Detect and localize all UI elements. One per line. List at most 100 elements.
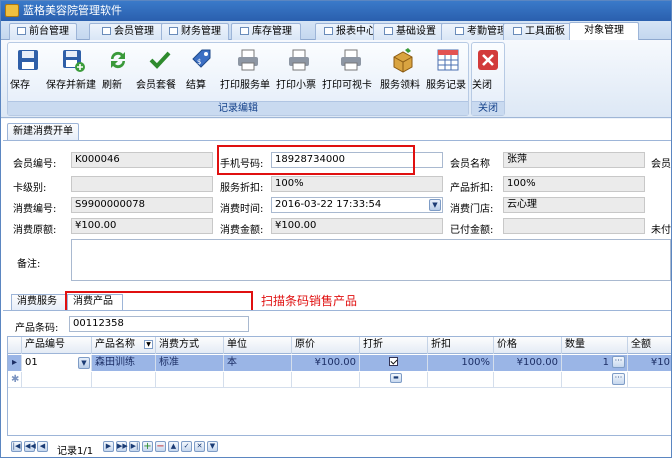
col-product-code[interactable]: 产品编号 xyxy=(22,337,92,354)
last-record-icon[interactable]: ▶| xyxy=(129,441,140,452)
grid-header-indicator xyxy=(8,337,22,354)
col-discount-rate[interactable]: 折扣 xyxy=(428,337,494,354)
tab-front-desk[interactable]: 前台管理 xyxy=(9,23,77,40)
table-row[interactable]: ▸ 01 ▼ 森田训练 标准 本 ¥100.00 100% ¥100.00 1 … xyxy=(8,355,671,371)
original-price-cell[interactable]: ¥100.00 xyxy=(292,355,360,371)
col-price[interactable]: 价格 xyxy=(494,337,562,354)
service-record-button[interactable]: 服务记录 xyxy=(426,45,470,99)
store-field[interactable]: 云心理 xyxy=(503,197,645,213)
grid-cell[interactable] xyxy=(224,372,292,388)
tab-icon xyxy=(102,27,111,35)
consume-mode-cell[interactable]: 标准 xyxy=(156,355,224,371)
tab-basic-settings[interactable]: 基础设置 xyxy=(373,23,447,40)
confirm-icon[interactable]: ✓ xyxy=(181,441,192,452)
tab-tools[interactable]: 工具面板 xyxy=(503,23,575,40)
ribbon-group-label: 记录编辑 xyxy=(8,101,468,115)
new-row[interactable]: ✱ ▬ ··· xyxy=(8,372,671,388)
grid-cell[interactable] xyxy=(292,372,360,388)
save-and-new-button[interactable]: 保存并新建 xyxy=(46,45,100,99)
ellipsis-icon[interactable]: ··· xyxy=(612,356,625,368)
col-quantity[interactable]: 数量 xyxy=(562,337,628,354)
col-unit[interactable]: 单位 xyxy=(224,337,292,354)
printer-icon xyxy=(341,49,361,71)
add-icon[interactable]: + xyxy=(142,441,153,452)
grid-header: 产品编号 产品名称 ▼ 消费方式 单位 原价 打折 折扣 价格 数量 全额 xyxy=(8,337,671,354)
print-service-order-button[interactable]: 打印服务单 xyxy=(220,45,276,99)
ribbon-group-close: 关闭 关闭 xyxy=(471,42,505,116)
product-discount-field[interactable]: 100% xyxy=(503,176,645,192)
first-record-icon[interactable]: |◀ xyxy=(11,441,22,452)
col-consume-mode[interactable]: 消费方式 xyxy=(156,337,224,354)
checkbox-edit-icon[interactable]: ▬ xyxy=(390,373,402,383)
chevron-down-icon[interactable]: ▼ xyxy=(429,199,441,211)
service-material-button[interactable]: 服务领料 xyxy=(380,45,426,99)
filter-icon[interactable]: ▼ xyxy=(207,441,218,452)
grid-cell[interactable] xyxy=(494,372,562,388)
tab-inventory[interactable]: 库存管理 xyxy=(231,23,301,40)
prev-record-icon[interactable]: ◀ xyxy=(37,441,48,452)
card-level-field[interactable] xyxy=(71,176,213,192)
grid-cell[interactable]: ··· xyxy=(562,372,628,388)
tab-finance[interactable]: 财务管理 xyxy=(161,23,229,40)
grid-cell[interactable] xyxy=(156,372,224,388)
barcode-input[interactable]: 00112358 xyxy=(69,316,249,332)
save-button[interactable]: 保存 xyxy=(10,45,46,99)
filter-icon[interactable]: ▼ xyxy=(144,340,153,349)
refresh-button[interactable]: 刷新 xyxy=(102,45,134,99)
product-discount-label: 产品折扣: xyxy=(450,183,494,194)
original-amount-field[interactable]: ¥100.00 xyxy=(71,218,213,234)
paid-field[interactable] xyxy=(503,218,645,234)
grid-cell[interactable] xyxy=(92,372,156,388)
consume-no-label: 消费编号: xyxy=(13,204,57,215)
grid-cell[interactable] xyxy=(428,372,494,388)
tab-new-consumption[interactable]: 新建消费开单 xyxy=(7,123,79,140)
close-button[interactable]: 关闭 xyxy=(472,45,504,99)
product-grid: 产品编号 产品名称 ▼ 消费方式 单位 原价 打折 折扣 价格 数量 全额 ▸ 0… xyxy=(7,336,671,436)
quantity-cell[interactable]: 1 ··· xyxy=(562,355,628,371)
amount-field[interactable]: ¥100.00 xyxy=(271,218,443,234)
total-cell[interactable]: ¥10 xyxy=(628,355,671,371)
consume-time-picker[interactable]: 2016-03-22 17:33:54 ▼ xyxy=(271,197,443,213)
record-navigator: |◀ ◀◀ ◀ 记录1/1 ▶ ▶▶ ▶| + − ▲ ✓ ✕ ▼ xyxy=(7,438,307,457)
member-package-button[interactable]: 会员套餐 xyxy=(136,45,184,99)
grid-cell[interactable] xyxy=(628,372,671,388)
unit-cell[interactable]: 本 xyxy=(224,355,292,371)
member-no-field[interactable]: K000046 xyxy=(71,152,213,168)
remark-textarea[interactable] xyxy=(71,239,671,281)
cancel-icon[interactable]: ✕ xyxy=(194,441,205,452)
service-discount-field[interactable]: 100% xyxy=(271,176,443,192)
col-total[interactable]: 全额 xyxy=(628,337,671,354)
discount-checkbox-cell[interactable] xyxy=(360,355,428,371)
checkout-button[interactable]: $ 结算 xyxy=(186,45,218,99)
ellipsis-icon[interactable]: ··· xyxy=(612,373,625,385)
tab-icon xyxy=(324,27,333,35)
print-receipt-button[interactable]: 打印小票 xyxy=(276,45,322,99)
col-discounted[interactable]: 打折 xyxy=(360,337,428,354)
main-window: 蓝格美容院管理软件 前台管理 会员管理 财务管理 库存管理 报表中心 基础设置 … xyxy=(0,0,672,458)
paid-label: 已付金额: xyxy=(450,225,494,236)
grid-cell[interactable] xyxy=(22,372,92,388)
next-record-icon[interactable]: ▶ xyxy=(103,441,114,452)
col-original-price[interactable]: 原价 xyxy=(292,337,360,354)
chevron-down-icon[interactable]: ▼ xyxy=(78,357,90,369)
product-name-cell[interactable]: 森田训练 xyxy=(92,355,156,371)
product-code-cell[interactable]: 01 ▼ xyxy=(22,355,92,371)
col-product-name[interactable]: 产品名称 ▼ xyxy=(92,337,156,354)
member-name-field[interactable]: 张萍 xyxy=(503,152,645,168)
price-cell[interactable]: ¥100.00 xyxy=(494,355,562,371)
tab-object-management[interactable]: 对象管理 xyxy=(569,22,639,41)
tab-member[interactable]: 会员管理 xyxy=(89,23,167,40)
consume-time-label: 消费时间: xyxy=(220,204,264,215)
move-up-icon[interactable]: ▲ xyxy=(168,441,179,452)
consume-no-field[interactable]: S9900000078 xyxy=(71,197,213,213)
next-page-icon[interactable]: ▶▶ xyxy=(116,441,128,452)
ribbon-group-record-edit: 保存 保存并新建 刷新 会员套餐 $ 结算 打印服务单 打印小票 打印可视卡 服… xyxy=(7,42,469,116)
print-visible-card-button[interactable]: 打印可视卡 xyxy=(322,45,380,99)
grid-cell[interactable]: ▬ xyxy=(360,372,428,388)
discount-rate-cell[interactable]: 100% xyxy=(428,355,494,371)
remove-icon[interactable]: − xyxy=(155,441,166,452)
checkbox-checked[interactable] xyxy=(389,357,398,366)
ribbon-group-label: 关闭 xyxy=(472,101,504,115)
tab-consume-service[interactable]: 消费服务 xyxy=(11,294,67,310)
prev-page-icon[interactable]: ◀◀ xyxy=(24,441,36,452)
